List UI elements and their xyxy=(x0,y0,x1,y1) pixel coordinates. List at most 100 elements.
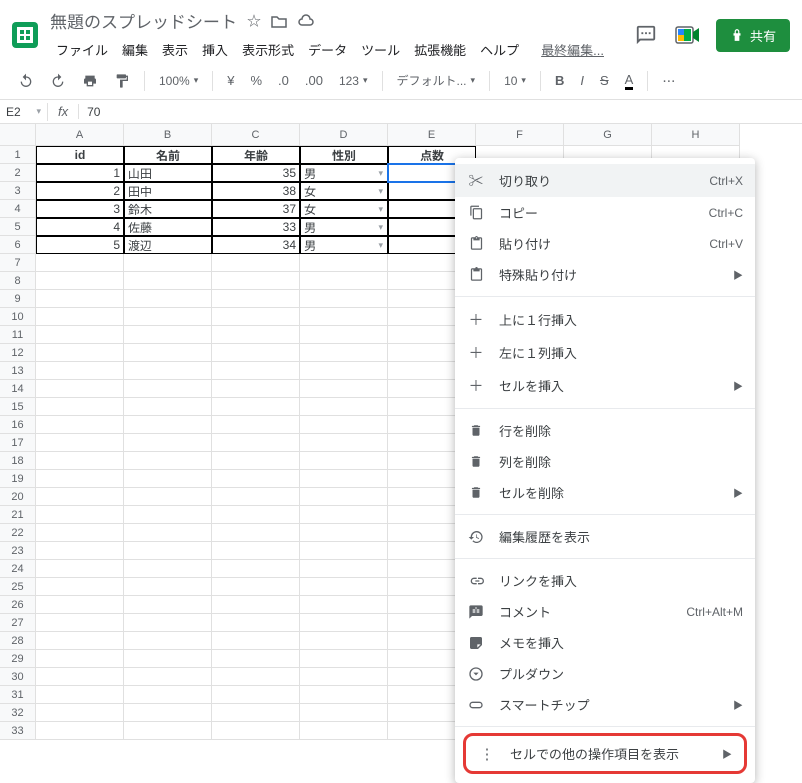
cell[interactable] xyxy=(300,380,388,398)
increase-decimal-icon[interactable]: .00 xyxy=(299,69,329,92)
cell[interactable]: 男 xyxy=(300,164,388,182)
cell[interactable] xyxy=(36,686,124,704)
row-header[interactable]: 5 xyxy=(0,218,36,236)
cm-show-history[interactable]: 編集履歴を表示 xyxy=(455,521,755,552)
col-header[interactable]: B xyxy=(124,124,212,146)
strikethrough-icon[interactable]: S xyxy=(594,69,615,92)
cell[interactable] xyxy=(124,614,212,632)
row-header[interactable]: 33 xyxy=(0,722,36,740)
row-header[interactable]: 27 xyxy=(0,614,36,632)
cell[interactable] xyxy=(36,506,124,524)
cell[interactable] xyxy=(300,542,388,560)
row-header[interactable]: 11 xyxy=(0,326,36,344)
cm-paste-special[interactable]: 特殊貼り付け ▶ xyxy=(455,259,755,290)
cell[interactable] xyxy=(36,452,124,470)
cell[interactable]: 37 xyxy=(212,200,300,218)
paint-format-icon[interactable] xyxy=(108,69,136,93)
cell[interactable] xyxy=(300,614,388,632)
row-header[interactable]: 30 xyxy=(0,668,36,686)
row-header[interactable]: 29 xyxy=(0,650,36,668)
col-header[interactable]: E xyxy=(388,124,476,146)
col-header[interactable]: A xyxy=(36,124,124,146)
row-header[interactable]: 12 xyxy=(0,344,36,362)
cell[interactable] xyxy=(36,668,124,686)
cell[interactable] xyxy=(212,686,300,704)
cell[interactable] xyxy=(300,434,388,452)
cm-dropdown[interactable]: プルダウン xyxy=(455,658,755,689)
cell[interactable] xyxy=(212,398,300,416)
cell[interactable] xyxy=(212,470,300,488)
cell[interactable] xyxy=(300,596,388,614)
cell[interactable] xyxy=(124,578,212,596)
cm-comment[interactable]: コメント Ctrl+Alt+M xyxy=(455,596,755,627)
cell[interactable]: 年齢 xyxy=(212,146,300,164)
italic-icon[interactable]: I xyxy=(574,69,590,92)
cell[interactable] xyxy=(300,254,388,272)
cell[interactable] xyxy=(212,704,300,722)
cell[interactable] xyxy=(36,560,124,578)
row-header[interactable]: 8 xyxy=(0,272,36,290)
cm-insert-note[interactable]: メモを挿入 xyxy=(455,627,755,658)
row-header[interactable]: 18 xyxy=(0,452,36,470)
cell[interactable] xyxy=(212,308,300,326)
cell[interactable] xyxy=(300,632,388,650)
cell[interactable] xyxy=(36,650,124,668)
cell[interactable] xyxy=(300,524,388,542)
cell[interactable] xyxy=(124,668,212,686)
cell[interactable] xyxy=(300,722,388,740)
cell[interactable] xyxy=(300,344,388,362)
row-header[interactable]: 2 xyxy=(0,164,36,182)
undo-icon[interactable] xyxy=(12,69,40,93)
cell[interactable] xyxy=(212,290,300,308)
cell[interactable] xyxy=(124,308,212,326)
cell[interactable]: 2 xyxy=(36,182,124,200)
comment-history-icon[interactable] xyxy=(632,21,660,49)
row-header[interactable]: 17 xyxy=(0,434,36,452)
text-color-icon[interactable]: A xyxy=(619,68,640,94)
cell[interactable] xyxy=(124,272,212,290)
row-header[interactable]: 6 xyxy=(0,236,36,254)
name-box[interactable]: E2▾ xyxy=(0,103,48,121)
cell[interactable] xyxy=(212,668,300,686)
cell[interactable] xyxy=(124,344,212,362)
cell[interactable] xyxy=(124,452,212,470)
cell[interactable] xyxy=(124,470,212,488)
currency-icon[interactable]: ¥ xyxy=(221,69,240,92)
cell[interactable] xyxy=(212,650,300,668)
row-header[interactable]: 19 xyxy=(0,470,36,488)
row-header[interactable]: 7 xyxy=(0,254,36,272)
row-header[interactable]: 28 xyxy=(0,632,36,650)
row-header[interactable]: 4 xyxy=(0,200,36,218)
cell[interactable] xyxy=(212,524,300,542)
last-edit[interactable]: 最終編集... xyxy=(535,37,610,62)
cell[interactable] xyxy=(124,596,212,614)
cell[interactable] xyxy=(124,416,212,434)
doc-title[interactable]: 無題のスプレッドシート xyxy=(50,8,237,33)
cell[interactable] xyxy=(124,542,212,560)
menu-format[interactable]: 表示形式 xyxy=(236,37,300,62)
cell[interactable] xyxy=(124,524,212,542)
cell[interactable] xyxy=(36,470,124,488)
row-header[interactable]: 24 xyxy=(0,560,36,578)
row-header[interactable]: 21 xyxy=(0,506,36,524)
cm-cut[interactable]: ✂ 切り取り Ctrl+X xyxy=(455,164,755,197)
cell[interactable] xyxy=(36,524,124,542)
cm-insert-link[interactable]: リンクを挿入 xyxy=(455,565,755,596)
cell[interactable]: 33 xyxy=(212,218,300,236)
cell[interactable]: 渡辺 xyxy=(124,236,212,254)
cell[interactable] xyxy=(300,452,388,470)
cell[interactable] xyxy=(124,254,212,272)
meet-icon[interactable] xyxy=(674,21,702,49)
more-toolbar-icon[interactable]: ⋯ xyxy=(656,67,681,94)
row-header[interactable]: 25 xyxy=(0,578,36,596)
cell[interactable]: 山田 xyxy=(124,164,212,182)
menu-view[interactable]: 表示 xyxy=(156,37,194,62)
cell[interactable] xyxy=(124,650,212,668)
cell[interactable] xyxy=(124,506,212,524)
sheets-logo[interactable] xyxy=(12,22,38,48)
cell[interactable] xyxy=(36,308,124,326)
cell[interactable] xyxy=(36,290,124,308)
cell[interactable] xyxy=(36,614,124,632)
cell[interactable]: 3 xyxy=(36,200,124,218)
cell[interactable] xyxy=(36,434,124,452)
